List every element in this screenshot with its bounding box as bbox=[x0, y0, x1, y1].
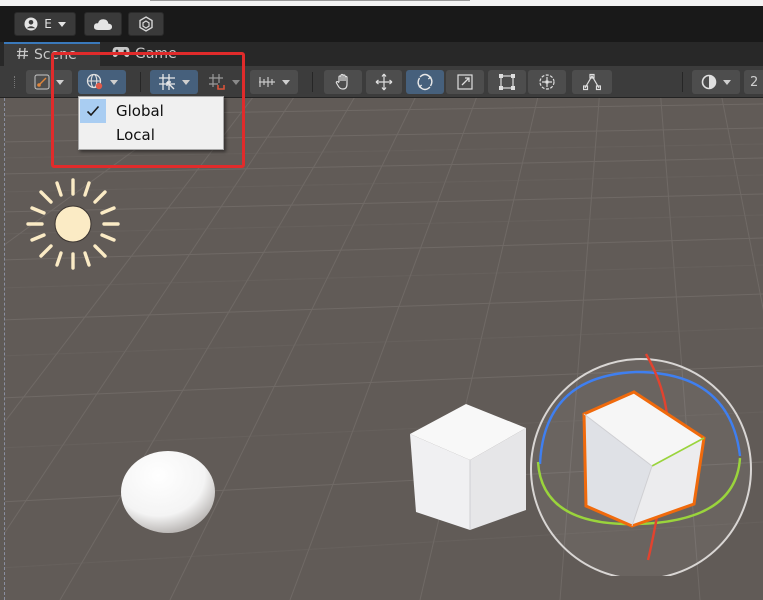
toolbar-grip bbox=[14, 76, 16, 88]
gamepad-icon bbox=[112, 46, 130, 62]
hand-tool-button[interactable] bbox=[324, 70, 362, 94]
toolbar-separator bbox=[140, 72, 141, 92]
tab-game[interactable]: Game bbox=[100, 42, 200, 66]
transform-icon bbox=[538, 73, 556, 91]
menu-item-global-label: Global bbox=[116, 102, 164, 120]
cloud-button[interactable] bbox=[84, 12, 122, 36]
toolbar-separator bbox=[312, 72, 313, 92]
chevron-down-icon bbox=[232, 79, 240, 85]
toolbar-separator bbox=[682, 72, 683, 92]
chevron-down-icon bbox=[56, 79, 64, 85]
chevron-down-icon bbox=[182, 79, 190, 85]
custom-editor-tool-button[interactable] bbox=[572, 70, 612, 94]
ruler-icon bbox=[258, 75, 276, 89]
tab-scene[interactable]: Scene bbox=[4, 42, 102, 66]
rect-tool-button[interactable] bbox=[488, 70, 526, 94]
rotate-gizmo[interactable] bbox=[526, 346, 756, 576]
rotate-icon bbox=[416, 73, 434, 91]
globe-icon bbox=[86, 73, 104, 91]
checkmark-icon bbox=[80, 99, 106, 123]
pivot-icon bbox=[34, 74, 50, 90]
package-icon bbox=[138, 16, 154, 32]
grid-snap-dropdown[interactable] bbox=[150, 70, 198, 94]
viewport-left-edge bbox=[0, 98, 5, 600]
account-toolbar: E bbox=[0, 6, 763, 42]
scale-icon bbox=[456, 73, 474, 91]
transform-tool-button[interactable] bbox=[528, 70, 566, 94]
menu-item-global[interactable]: Global bbox=[80, 99, 222, 123]
move-tool-button[interactable] bbox=[366, 70, 402, 94]
scene-toolbar: 2 bbox=[0, 66, 763, 98]
scene-viewport[interactable] bbox=[0, 98, 763, 600]
account-dropdown[interactable]: E bbox=[14, 12, 76, 36]
chevron-down-icon bbox=[57, 21, 66, 27]
shading-sphere-icon bbox=[701, 74, 717, 90]
menu-item-local-label: Local bbox=[116, 126, 155, 144]
rotate-tool-button[interactable] bbox=[406, 70, 444, 94]
pivot-rotation-menu: Global Local bbox=[78, 96, 224, 150]
package-button[interactable] bbox=[128, 12, 164, 36]
hash-icon bbox=[16, 47, 29, 64]
custom-tool-icon bbox=[583, 73, 601, 91]
chevron-down-icon bbox=[723, 79, 731, 85]
cube-object[interactable] bbox=[404, 398, 534, 534]
view-tab-bar: Scene Game bbox=[0, 42, 763, 66]
scale-tool-button[interactable] bbox=[446, 70, 484, 94]
grid-snap-icon bbox=[158, 73, 176, 91]
2d-toggle-label: 2 bbox=[750, 74, 759, 90]
chevron-down-icon bbox=[282, 79, 290, 85]
shading-mode-dropdown[interactable] bbox=[692, 70, 740, 94]
hand-icon bbox=[334, 73, 352, 91]
global-local-dropdown[interactable] bbox=[78, 70, 126, 94]
tab-game-label: Game bbox=[135, 46, 177, 62]
rect-transform-icon bbox=[498, 73, 516, 91]
sun-light-icon[interactable] bbox=[24, 176, 124, 272]
magnet-grid-icon bbox=[208, 73, 226, 91]
sphere-object[interactable] bbox=[116, 448, 220, 540]
user-icon bbox=[24, 17, 38, 31]
menu-item-local[interactable]: Local bbox=[80, 123, 222, 147]
tab-scene-label: Scene bbox=[34, 47, 77, 63]
chevron-down-icon bbox=[110, 79, 118, 85]
cloud-icon bbox=[93, 18, 113, 31]
2d-toggle-button[interactable]: 2 bbox=[744, 70, 763, 94]
ruler-dropdown[interactable] bbox=[250, 70, 298, 94]
checkmark-placeholder bbox=[80, 123, 106, 147]
increment-snap-dropdown[interactable] bbox=[202, 70, 246, 94]
account-label: E bbox=[44, 17, 52, 31]
move-arrows-icon bbox=[375, 73, 393, 91]
pivot-tool-dropdown[interactable] bbox=[26, 70, 72, 94]
